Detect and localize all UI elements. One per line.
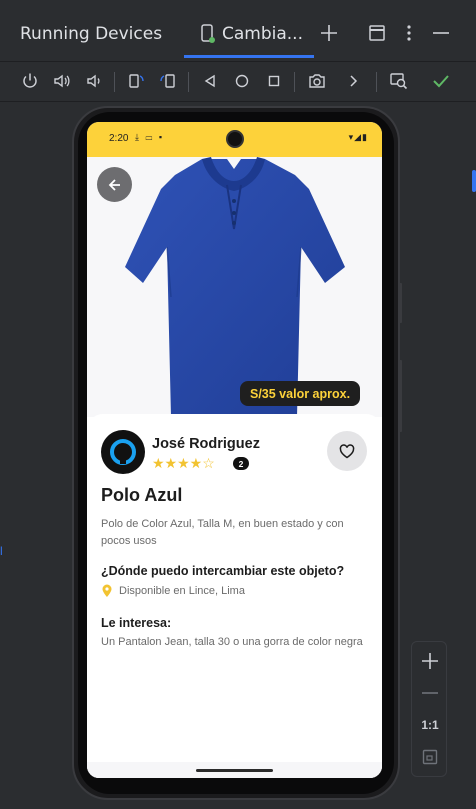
status-signal-battery-icons: ▾◢▮	[348, 132, 368, 142]
screenshot-button[interactable]	[306, 70, 328, 92]
tab-label: Cambia...	[222, 24, 303, 44]
volume-down-icon	[87, 74, 100, 88]
rotate-left-icon	[129, 74, 144, 88]
fit-screen-icon	[422, 749, 438, 765]
volume-up-button[interactable]	[51, 70, 73, 92]
product-title: Polo Azul	[101, 485, 183, 505]
power-icon	[23, 73, 37, 88]
location-text: Disponible en Lince, Lima	[119, 585, 245, 597]
overview-button[interactable]	[263, 70, 285, 92]
toolbar-separator	[114, 72, 115, 92]
zoom-out-button[interactable]	[412, 678, 448, 708]
window-layout-icon	[369, 25, 385, 41]
window-title: Running Devices	[20, 24, 163, 44]
polo-shirt-image	[125, 157, 345, 417]
status-notification-icons: ⤓ ▭ ▪	[135, 132, 165, 142]
volume-up-icon	[54, 74, 70, 88]
zoom-actual-size-button[interactable]: 1:1	[412, 710, 448, 740]
zoom-controls: 1:1	[411, 641, 447, 777]
toolbar-separator	[188, 72, 189, 92]
tab-device[interactable]: Cambia...	[184, 16, 314, 60]
app-screen: 2:20 ⤓ ▭ ▪ ▾◢▮ S/35 valor aprox. José Ro…	[87, 122, 382, 778]
volume-down-button[interactable]	[83, 70, 105, 92]
front-camera	[226, 130, 244, 148]
status-time: 2:20	[109, 133, 129, 144]
rotate-left-button[interactable]	[125, 70, 147, 92]
status-bar: 2:20 ⤓ ▭ ▪ ▾◢▮	[87, 122, 382, 157]
price-tag: S/35 valor aprox.	[240, 381, 361, 406]
rotate-right-button[interactable]	[157, 70, 179, 92]
options-button[interactable]	[398, 22, 420, 44]
zoom-in-button[interactable]	[412, 646, 448, 676]
gutter-marker-right	[472, 170, 476, 192]
device-explorer-button[interactable]	[388, 70, 410, 92]
minus-icon	[422, 692, 438, 694]
zoom-fit-button[interactable]	[412, 742, 448, 772]
rating-stars: ★★★★☆	[152, 455, 215, 471]
location-pin-icon	[102, 584, 112, 597]
chevron-right-icon	[350, 75, 358, 87]
rating-count-badge: 2	[233, 457, 249, 470]
back-button[interactable]	[199, 70, 221, 92]
toolbar-separator	[376, 72, 377, 92]
home-indicator[interactable]	[196, 769, 273, 772]
interest-text: Un Pantalon Jean, talla 30 o una gorra d…	[101, 636, 363, 648]
exchange-location-heading: ¿Dónde puedo intercambiar este objeto?	[101, 564, 345, 578]
product-details-sheet: José Rodriguez ★★★★☆ 2 Polo Azul Polo de…	[87, 414, 382, 778]
home-button[interactable]	[231, 70, 253, 92]
check-icon	[433, 75, 449, 88]
device-volume-button[interactable]	[399, 360, 402, 432]
minimize-icon	[433, 32, 449, 34]
interest-heading: Le interesa:	[101, 616, 172, 630]
product-image: S/35 valor aprox.	[87, 157, 382, 417]
add-tab-button[interactable]	[318, 22, 340, 44]
device-tab-icon	[201, 24, 215, 43]
favorite-button[interactable]	[327, 431, 367, 471]
minimize-button[interactable]	[430, 22, 452, 44]
plus-icon	[321, 25, 337, 41]
user-name[interactable]: José Rodriguez	[152, 436, 260, 452]
more-button[interactable]	[342, 70, 364, 92]
home-icon	[235, 74, 249, 88]
arrow-left-icon	[108, 178, 120, 191]
gutter-marker: l	[0, 544, 3, 558]
apply-button[interactable]	[430, 70, 452, 92]
ide-window: Running Devices Cambia... l 2:20 ⤓ ▭ ▪ ▾…	[0, 0, 476, 809]
device-explorer-icon	[390, 73, 408, 90]
toolbar-separator	[294, 72, 295, 92]
power-button[interactable]	[19, 70, 41, 92]
user-avatar-icon	[110, 439, 136, 465]
more-vertical-icon	[407, 25, 411, 41]
back-button[interactable]	[97, 167, 132, 202]
back-icon	[204, 74, 215, 88]
title-bar: Running Devices Cambia...	[0, 0, 476, 62]
heart-icon	[339, 443, 355, 458]
layout-button[interactable]	[366, 22, 388, 44]
left-gutter: l	[0, 102, 6, 809]
rotate-right-icon	[160, 74, 175, 88]
camera-icon	[309, 74, 325, 88]
device-side-button[interactable]	[399, 283, 402, 323]
avatar[interactable]	[101, 430, 145, 474]
device-toolbar	[0, 62, 476, 102]
exchange-location: Disponible en Lince, Lima	[101, 584, 245, 598]
plus-icon	[422, 653, 438, 669]
product-description: Polo de Color Azul, Talla M, en buen est…	[101, 518, 344, 547]
tab-active-indicator	[184, 55, 314, 58]
overview-icon	[268, 75, 280, 87]
